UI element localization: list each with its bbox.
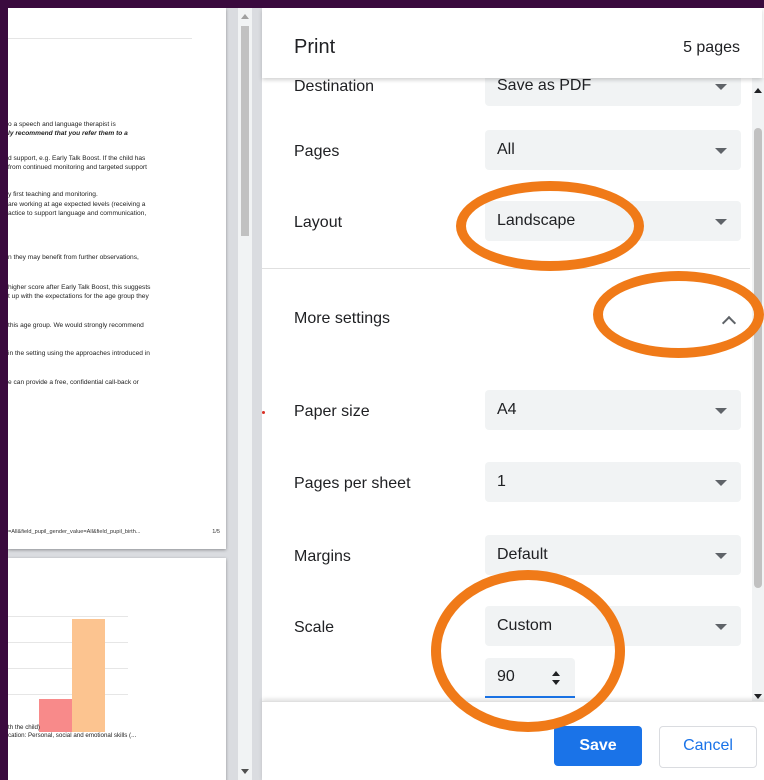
- preview-footer-url: =All&field_pupil_gender_value=All&field_…: [8, 529, 141, 535]
- print-dialog: o a speech and language therapist is ly …: [8, 8, 764, 780]
- annotation-ellipse: [593, 271, 764, 358]
- print-header: Print 5 pages: [262, 8, 762, 78]
- chart-gridline: [8, 642, 128, 643]
- preview-line: actice to support language and communica…: [8, 210, 147, 217]
- chart-bar-red: [39, 699, 72, 732]
- scrollbar-thumb[interactable]: [754, 128, 762, 588]
- pages-per-sheet-value: 1: [497, 473, 506, 490]
- scroll-down-icon[interactable]: [241, 769, 249, 774]
- annotation-ellipse: [431, 570, 625, 732]
- preview-line: in the setting using the approaches intr…: [8, 350, 150, 357]
- paper-size-value: A4: [497, 401, 517, 418]
- preview-line: y first teaching and monitoring.: [8, 191, 98, 198]
- scroll-up-icon[interactable]: [241, 14, 249, 19]
- preview-line: higher score after Early Talk Boost, thi…: [8, 284, 151, 291]
- pages-select[interactable]: All: [485, 130, 741, 170]
- preview-line: n they may benefit from further observat…: [8, 254, 139, 261]
- scroll-up-icon[interactable]: [754, 88, 762, 93]
- preview-page-2: th the child) cation: Personal, social a…: [8, 558, 226, 780]
- paper-size-select[interactable]: A4: [485, 390, 741, 430]
- preview-line: from continued monitoring and targeted s…: [8, 164, 147, 171]
- chevron-down-icon: [715, 408, 727, 414]
- preview-line: t up with the expectations for the age g…: [8, 293, 149, 300]
- section-divider: [262, 268, 750, 269]
- paper-size-label: Paper size: [294, 403, 370, 420]
- chevron-down-icon: [715, 553, 727, 559]
- chart-bar-orange: [72, 619, 105, 732]
- page-title: Print: [294, 36, 336, 58]
- preview-line: are working at age expected levels (rece…: [8, 201, 146, 208]
- cancel-button[interactable]: Cancel: [659, 726, 757, 768]
- margins-select[interactable]: Default: [485, 535, 741, 575]
- chart-caption: th the child): [8, 724, 40, 731]
- chart-gridline: [8, 616, 128, 617]
- annotation-ellipse: [456, 181, 644, 271]
- scale-label: Scale: [294, 619, 335, 636]
- chevron-down-icon: [715, 624, 727, 630]
- preview-scrollbar[interactable]: [238, 8, 252, 780]
- scrollbar-thumb[interactable]: [241, 26, 249, 236]
- pages-value: All: [497, 141, 515, 158]
- chart-gridline: [8, 668, 128, 669]
- pages-per-sheet-select[interactable]: 1: [485, 462, 741, 502]
- destination-value: Save as PDF: [497, 77, 592, 94]
- preview-line: this age group. We would strongly recomm…: [8, 322, 144, 329]
- settings-scrollbar[interactable]: [752, 78, 764, 703]
- scroll-down-icon[interactable]: [754, 694, 762, 699]
- chevron-down-icon: [715, 148, 727, 154]
- chart-gridline: [8, 694, 128, 695]
- preview-page-number: 1/5: [212, 529, 220, 535]
- pages-label: Pages: [294, 143, 340, 160]
- chevron-down-icon: [715, 219, 727, 225]
- preview-line: e can provide a free, confidential call-…: [8, 379, 139, 386]
- margins-label: Margins: [294, 548, 351, 565]
- page-divider: [8, 38, 192, 39]
- page-count: 5 pages: [683, 39, 740, 56]
- chevron-down-icon: [715, 84, 727, 90]
- chart-caption: cation: Personal, social and emotional s…: [8, 732, 137, 739]
- chevron-down-icon: [715, 480, 727, 486]
- marker-dot: [262, 411, 265, 414]
- preview-line: d support, e.g. Early Talk Boost. If the…: [8, 155, 146, 162]
- margins-value: Default: [497, 546, 548, 563]
- save-button[interactable]: Save: [554, 726, 642, 766]
- layout-label: Layout: [294, 214, 343, 231]
- more-settings-toggle[interactable]: More settings: [294, 310, 390, 328]
- preview-page-1: o a speech and language therapist is ly …: [8, 8, 226, 549]
- preview-line: o a speech and language therapist is: [8, 121, 116, 128]
- preview-line: ly recommend that you refer them to a: [8, 130, 128, 137]
- pages-per-sheet-label: Pages per sheet: [294, 475, 411, 492]
- destination-label: Destination: [294, 78, 375, 95]
